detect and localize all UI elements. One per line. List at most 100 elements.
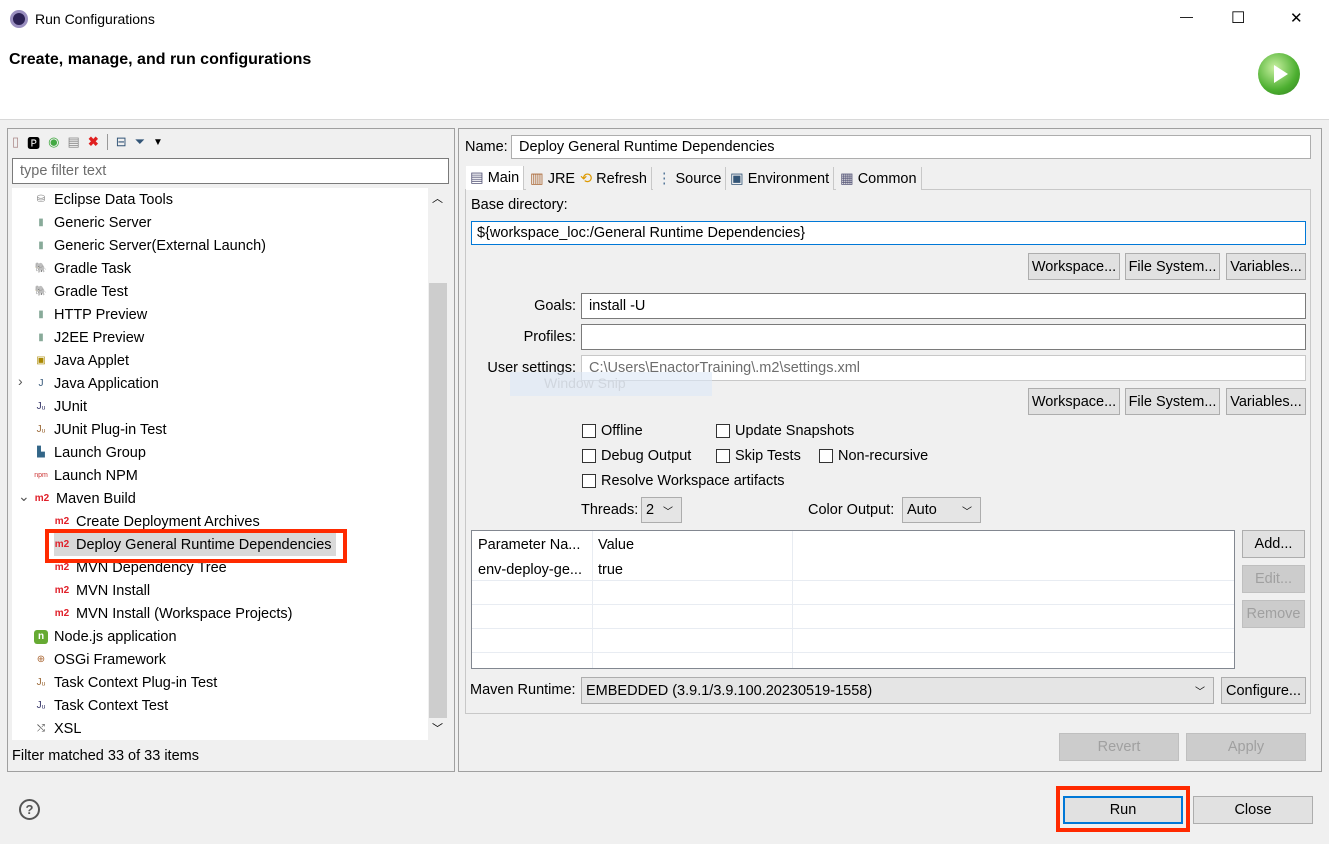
chevron-down-icon: ﹀	[663, 506, 673, 518]
gradle-test-icon: 🐘	[34, 286, 48, 297]
scroll-up-icon[interactable]: ︿	[432, 190, 443, 206]
view-menu-icon[interactable]: ▼	[153, 137, 163, 148]
resolve-workspace-checkbox[interactable]: Resolve Workspace artifacts	[582, 473, 784, 489]
filter-status: Filter matched 33 of 33 items	[12, 748, 199, 764]
tree-item[interactable]: ⌄ m2 Maven Build	[18, 487, 136, 510]
tree-item[interactable]: ▮ Generic Server(External Launch)	[34, 234, 266, 257]
column-header-value[interactable]: Value	[598, 537, 634, 553]
chevron-down-icon: ﹀	[962, 506, 972, 518]
help-button[interactable]: ?	[19, 799, 40, 820]
scroll-down-icon[interactable]: ﹀	[432, 720, 443, 736]
tree-item[interactable]: Jᵤ Task Context Plug-in Test	[34, 671, 218, 694]
tree-item[interactable]: n Node.js application	[34, 625, 177, 648]
tab-environment[interactable]: ▣ Environment	[726, 167, 835, 190]
color-output-select[interactable]: Auto ﹀	[902, 497, 981, 523]
goals-input[interactable]: install -U	[581, 293, 1306, 319]
npm-icon: npm	[34, 472, 48, 479]
table-row[interactable]: env-deploy-ge... true	[472, 557, 1234, 580]
base-directory-input[interactable]: ${workspace_loc:/General Runtime Depende…	[471, 221, 1306, 245]
duplicate-icon[interactable]: ▤	[68, 134, 80, 150]
settings-workspace-button[interactable]: Workspace...	[1028, 388, 1120, 415]
tree-item[interactable]: Jᵤ JUnit Plug-in Test	[34, 418, 167, 441]
base-workspace-button[interactable]: Workspace...	[1028, 253, 1120, 280]
junit-plugin-icon: Jᵤ	[36, 677, 46, 688]
tab-source[interactable]: ⋮ Source	[653, 167, 727, 190]
tab-main[interactable]: ▤ Main	[466, 166, 525, 190]
tree-item[interactable]: ⛁ Eclipse Data Tools	[34, 188, 173, 211]
debug-output-checkbox[interactable]: Debug Output	[582, 448, 691, 464]
parameter-value-cell: true	[598, 562, 623, 578]
edit-parameter-button[interactable]: Edit...	[1242, 565, 1305, 593]
tree-item[interactable]: Jᵤ JUnit	[34, 395, 87, 418]
tree-item-label: HTTP Preview	[54, 306, 148, 323]
tree-item-label: JUnit Plug-in Test	[54, 421, 167, 438]
chevron-right-icon[interactable]: ›	[18, 373, 23, 389]
remove-parameter-button[interactable]: Remove	[1242, 600, 1305, 628]
skip-tests-checkbox[interactable]: Skip Tests	[716, 448, 801, 464]
chevron-down-icon[interactable]: ⌄	[18, 488, 30, 505]
tab-jre[interactable]: ▥ JRE	[526, 167, 581, 190]
filter-icon[interactable]: ⏷	[135, 134, 145, 150]
delete-icon[interactable]: ✖	[88, 134, 99, 150]
tree-item-label: Maven Build	[56, 490, 136, 507]
new-configuration-icon[interactable]: ▯	[12, 134, 19, 150]
revert-button[interactable]: Revert	[1059, 733, 1179, 761]
nodejs-icon: n	[34, 629, 48, 644]
tree-item[interactable]: Jᵤ Task Context Test	[34, 694, 169, 717]
database-icon: ⛁	[36, 194, 46, 205]
offline-checkbox[interactable]: Offline	[582, 423, 643, 439]
tree-scrollbar[interactable]: ︿ ﹀	[428, 188, 448, 740]
tree-item[interactable]: 🐘 Gradle Task	[34, 257, 131, 280]
non-recursive-checkbox[interactable]: Non-recursive	[819, 448, 928, 464]
threads-select[interactable]: 2 ﹀	[641, 497, 682, 523]
filter-input[interactable]: type filter text	[12, 158, 449, 184]
environment-tab-icon: ▣	[730, 170, 744, 187]
tree-item[interactable]: 🐘 Gradle Test	[34, 280, 128, 303]
tree-item[interactable]: npm Launch NPM	[34, 464, 138, 487]
tree-item[interactable]: ▮ Generic Server	[34, 211, 151, 234]
parameter-name-cell: env-deploy-ge...	[478, 562, 582, 578]
update-snapshots-checkbox[interactable]: Update Snapshots	[716, 423, 854, 439]
tree-item[interactable]: ▣ Java Applet	[34, 349, 129, 372]
base-variables-button[interactable]: Variables...	[1226, 253, 1306, 280]
run-button[interactable]: Run	[1063, 796, 1183, 824]
close-button[interactable]: Close	[1193, 796, 1313, 824]
tree-item[interactable]: ▮ HTTP Preview	[34, 303, 147, 326]
profiles-input[interactable]	[581, 324, 1306, 350]
configure-button[interactable]: Configure...	[1221, 677, 1306, 704]
tree-item[interactable]: m2 MVN Install (Workspace Projects)	[54, 602, 293, 625]
tree-item[interactable]: › J Java Application	[18, 372, 159, 395]
color-output-label: Color Output:	[808, 502, 895, 518]
close-window-button[interactable]: ✕	[1290, 9, 1303, 27]
launch-group-icon: ▙	[37, 447, 45, 458]
name-label: Name:	[465, 139, 508, 155]
scrollbar-thumb[interactable]	[429, 283, 447, 718]
new-prototype-icon[interactable]: 🅿	[27, 133, 40, 152]
tree-item[interactable]: ⊕ OSGi Framework	[34, 648, 166, 671]
minimize-button[interactable]: —	[1180, 9, 1193, 24]
tree-item[interactable]: m2 MVN Install	[54, 579, 150, 602]
maven-runtime-select[interactable]: EMBEDDED (3.9.1/3.9.100.20230519-1558) ﹀	[581, 677, 1214, 704]
settings-variables-button[interactable]: Variables...	[1226, 388, 1306, 415]
tree-item-label: MVN Install	[76, 582, 151, 599]
osgi-icon: ⊕	[36, 654, 46, 665]
add-parameter-button[interactable]: Add...	[1242, 530, 1305, 558]
threads-label: Threads:	[581, 502, 639, 518]
main-tab-icon: ▤	[470, 170, 484, 186]
tree-item[interactable]: ⤭ XSL	[34, 717, 81, 740]
tree-item[interactable]: ▮ J2EE Preview	[34, 326, 144, 349]
column-header-parameter-name[interactable]: Parameter Na...	[478, 537, 580, 553]
tree-item-label: J2EE Preview	[54, 329, 145, 346]
tree-item[interactable]: ▙ Launch Group	[34, 441, 146, 464]
collapse-all-icon[interactable]: ⊟	[116, 134, 127, 150]
maximize-button[interactable]: ☐	[1231, 8, 1245, 28]
tab-common[interactable]: ▦ Common	[836, 167, 922, 190]
export-configuration-icon[interactable]: ◉	[48, 134, 59, 150]
tab-refresh[interactable]: ⟲ Refresh	[576, 167, 652, 190]
selection-highlight-box	[45, 529, 347, 563]
common-tab-icon: ▦	[840, 170, 854, 187]
apply-button[interactable]: Apply	[1186, 733, 1306, 761]
base-file-system-button[interactable]: File System...	[1125, 253, 1220, 280]
name-input[interactable]: Deploy General Runtime Dependencies	[511, 135, 1311, 159]
settings-file-system-button[interactable]: File System...	[1125, 388, 1220, 415]
